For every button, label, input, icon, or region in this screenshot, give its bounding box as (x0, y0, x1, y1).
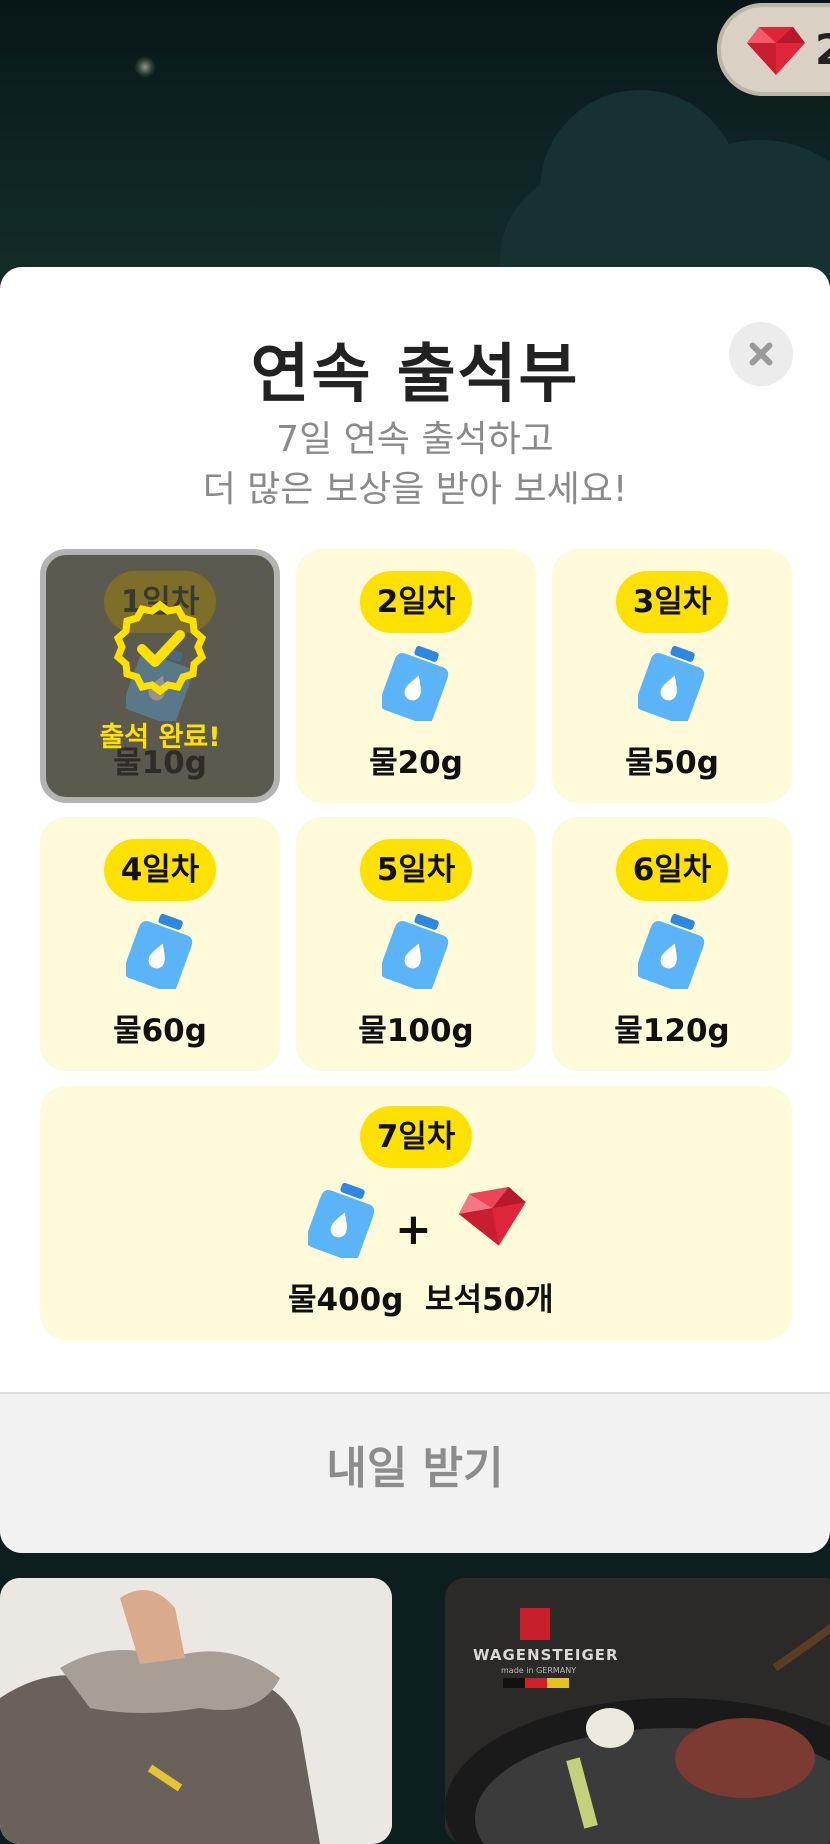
gem-counter[interactable]: 2 (717, 3, 830, 96)
water-bottle-icon (379, 913, 450, 993)
boots-image (0, 1578, 392, 1844)
attendance-complete-label: 출석 완료! (99, 722, 221, 753)
day-badge: 2일차 (360, 571, 472, 633)
product-banner-boots[interactable] (0, 1578, 392, 1844)
water-bottle-icon (379, 645, 450, 725)
day-badge: 7일차 (360, 1106, 472, 1168)
day-card-7[interactable]: 7일차 + 물400g 보석50개 (40, 1086, 792, 1340)
gem-icon (745, 25, 807, 81)
water-bottle-icon (305, 1182, 376, 1262)
day-badge: 4일차 (104, 839, 216, 901)
pan-image (445, 1578, 830, 1844)
brand-name: WAGENSTEIGER (473, 1646, 619, 1664)
day-reward: 물60g (113, 1013, 207, 1049)
plus-sign: + (395, 1204, 432, 1255)
star-glow (134, 56, 156, 78)
water-bottle-icon (635, 645, 706, 725)
water-bottle-icon (123, 913, 194, 993)
day-card-2[interactable]: 2일차 물20g (296, 549, 536, 803)
day-badge: 5일차 (360, 839, 472, 901)
day-reward-gem: 보석50개 (425, 1282, 554, 1318)
footer: 내일 받기 (0, 1392, 830, 1553)
gem-count: 2 (815, 25, 830, 74)
subtitle-line-1: 7일 연속 출석하고 (276, 419, 554, 460)
modal-title: 연속 출석부 (250, 338, 580, 412)
close-button[interactable] (729, 322, 793, 386)
day-card-4[interactable]: 4일차 물60g (40, 817, 280, 1071)
product-banner-pan[interactable]: WAGENSTEIGER made in GERMANY (445, 1578, 830, 1844)
game-background: 2 (0, 0, 830, 290)
day-badge: 3일차 (616, 571, 728, 633)
day-reward-water: 물400g (288, 1282, 404, 1318)
day-reward: 물100g (358, 1013, 474, 1049)
day-badge: 6일차 (616, 839, 728, 901)
attendance-modal: 연속 출석부 7일 연속 출석하고 더 많은 보상을 받아 보세요! 1일차 물… (0, 267, 830, 1553)
day-card-6[interactable]: 6일차 물120g (552, 817, 792, 1071)
day-card-3[interactable]: 3일차 물50g (552, 549, 792, 803)
day-reward: 물50g (625, 745, 719, 781)
water-bottle-icon (635, 913, 706, 993)
claim-tomorrow-button[interactable]: 내일 받기 (0, 1394, 830, 1553)
gem-icon (458, 1186, 530, 1254)
subtitle-line-2: 더 많은 보상을 받아 보세요! (202, 469, 628, 510)
day-reward: 물20g (369, 745, 463, 781)
check-stamp-icon (108, 599, 212, 707)
brand-sub: made in GERMANY (501, 1666, 577, 1675)
day-card-5[interactable]: 5일차 물100g (296, 817, 536, 1071)
modal-subtitle: 7일 연속 출석하고 더 많은 보상을 받아 보세요! (0, 415, 830, 515)
day-card-1[interactable]: 1일차 물10g 출석 완료! (40, 549, 280, 803)
day-reward: 물120g (614, 1013, 730, 1049)
